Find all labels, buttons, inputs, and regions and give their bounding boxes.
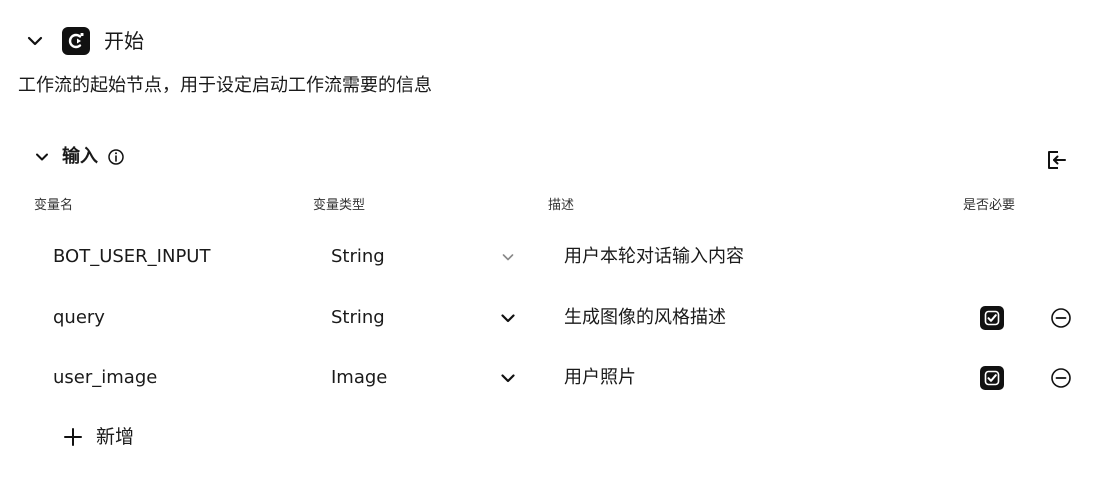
minus-circle-icon	[1051, 308, 1071, 328]
column-header-required: 是否必要	[963, 198, 1016, 213]
check-icon	[984, 310, 1000, 326]
add-variable-label: 新增	[96, 426, 135, 448]
required-checkbox[interactable]	[980, 306, 1004, 330]
plus-icon	[64, 428, 82, 446]
type-dropdown-button	[495, 244, 521, 270]
variable-type-select[interactable]: Image	[331, 365, 387, 391]
variable-name-input: BOT_USER_INPUT	[53, 246, 211, 267]
variable-name-input[interactable]: query	[53, 305, 105, 331]
start-node-icon	[62, 27, 90, 55]
import-variables-button[interactable]	[1041, 145, 1071, 175]
node-description: 工作流的起始节点，用于设定启动工作流需要的信息	[18, 75, 432, 96]
variable-name-input[interactable]: user_image	[53, 365, 157, 391]
remove-variable-button[interactable]	[1048, 365, 1074, 391]
column-header-type: 变量类型	[313, 198, 366, 213]
chevron-down-icon	[501, 374, 515, 383]
column-header-description: 描述	[548, 198, 575, 213]
chevron-down-icon	[502, 254, 514, 261]
minus-circle-icon	[1051, 368, 1071, 388]
info-icon[interactable]	[107, 148, 125, 166]
variable-description-input: 用户本轮对话输入内容	[564, 246, 744, 267]
add-variable-button[interactable]: 新增	[62, 422, 134, 452]
variable-description-input[interactable]: 用户照片	[564, 365, 636, 391]
chevron-down-icon	[27, 36, 43, 46]
check-icon	[984, 370, 1000, 386]
required-checkbox[interactable]	[980, 366, 1004, 390]
input-section-title: 输入	[62, 146, 98, 167]
node-title: 开始	[104, 29, 144, 53]
collapse-node-button[interactable]	[22, 28, 48, 54]
collapse-input-section-button[interactable]	[30, 145, 54, 169]
chevron-down-icon	[36, 153, 48, 161]
type-dropdown-button[interactable]	[495, 365, 521, 391]
column-header-name: 变量名	[34, 198, 74, 213]
variable-description-input[interactable]: 生成图像的风格描述	[564, 305, 726, 331]
chevron-down-icon	[501, 314, 515, 323]
variable-type-select: String	[331, 246, 385, 267]
remove-variable-button[interactable]	[1048, 305, 1074, 331]
import-icon	[1048, 151, 1066, 169]
type-dropdown-button[interactable]	[495, 305, 521, 331]
variable-type-select[interactable]: String	[331, 305, 385, 331]
